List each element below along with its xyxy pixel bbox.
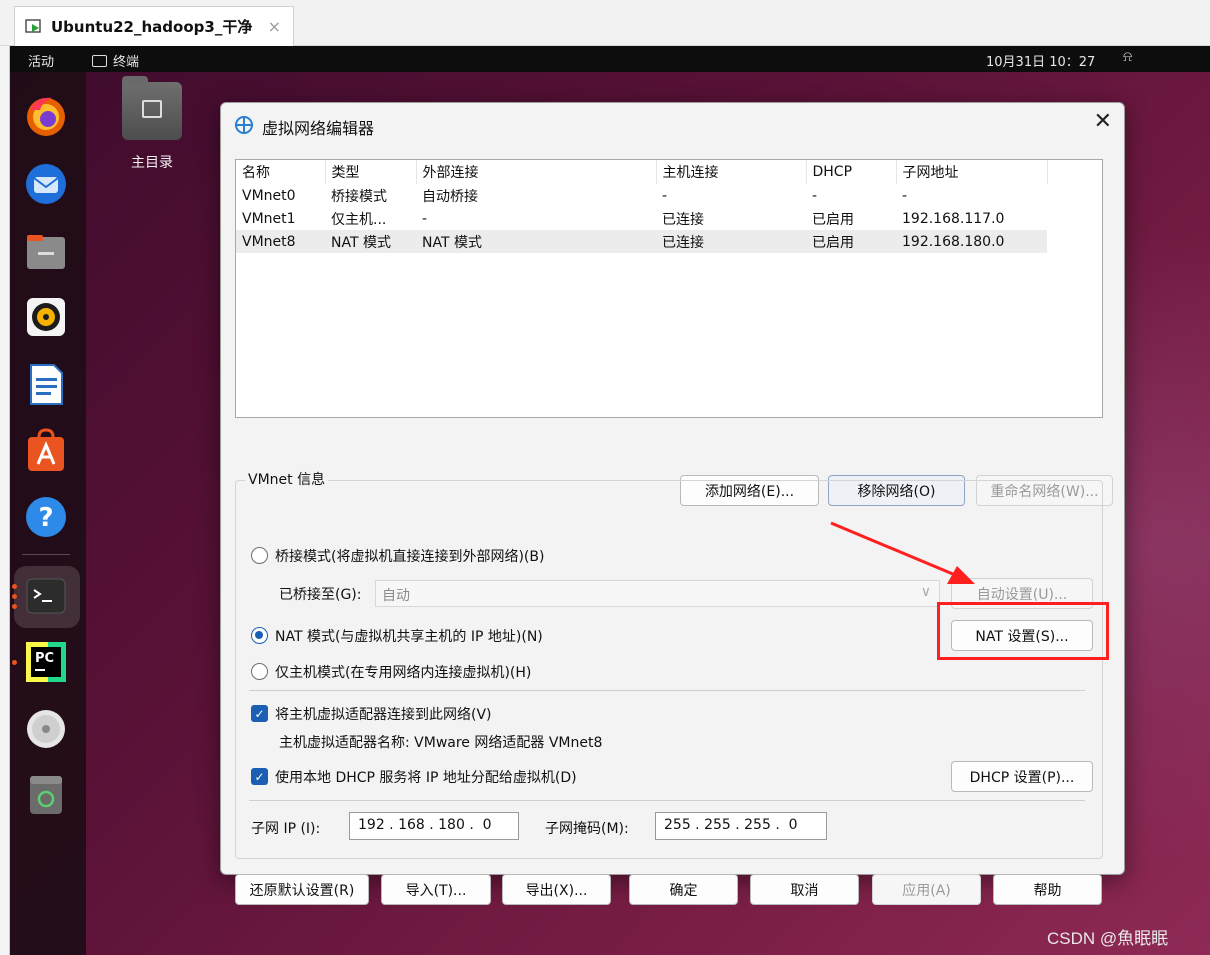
annotation-arrow [830, 521, 975, 584]
annotation-highlight-box [937, 602, 1109, 660]
watermark: CSDN @魚眠眠 [1047, 929, 1169, 948]
